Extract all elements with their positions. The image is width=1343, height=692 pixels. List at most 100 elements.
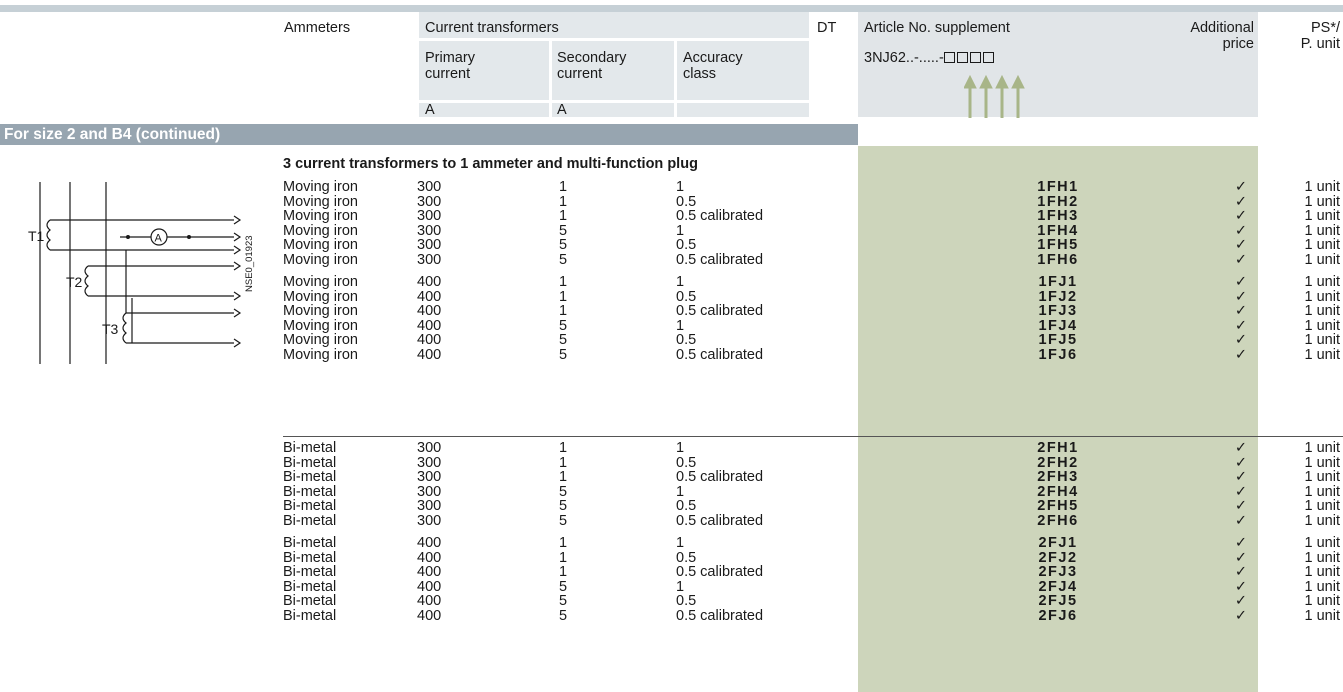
ammeter-type-cell: Moving iron: [283, 346, 358, 363]
article-code-cell: 2FH3: [1037, 469, 1079, 485]
article-code-cell: 1FJ4: [1038, 317, 1078, 334]
t2-label: T2: [66, 274, 83, 290]
row-group-separator: [283, 436, 1343, 437]
accuracy-class-cell: 0.5: [676, 498, 697, 514]
primary-current-cell: 400: [417, 593, 442, 609]
additional-price-check: ✓: [1234, 564, 1247, 580]
ammeter-type-cell: Bi-metal: [283, 549, 337, 566]
article-code-cell: 2FH6: [1037, 512, 1079, 529]
article-code-cell: 2FH2: [1037, 454, 1079, 471]
article-prefix: 3NJ62..-.....-: [864, 50, 944, 66]
secondary-current-cell: 1: [559, 564, 568, 580]
article-no-supplement-heading: Article No. supplement: [864, 20, 1010, 36]
secondary-unit-label: A: [557, 102, 567, 118]
secondary-current-cell: 1: [559, 288, 568, 305]
additional-price-check: ✓: [1234, 332, 1247, 348]
secondary-current-cell: 5: [559, 332, 568, 348]
article-code-cell: 1FH3: [1037, 208, 1079, 224]
dt-heading: DT: [817, 20, 837, 36]
article-code-cell: 2FH4: [1037, 483, 1079, 500]
package-unit-cell: 1 unit: [1304, 251, 1340, 268]
diagram-code: NSE0_01923: [244, 235, 255, 292]
article-code-cell: 2FJ2: [1038, 549, 1078, 566]
primary-current-cell: 300: [417, 454, 442, 471]
additional-price-check: ✓: [1234, 454, 1247, 471]
t3-label: T3: [102, 321, 119, 337]
secondary-current-cell: 1: [559, 535, 568, 551]
section-band: For size 2 and B4 (continued): [0, 124, 858, 145]
additional-price-check: ✓: [1234, 593, 1247, 609]
secondary-current-cell: 5: [559, 593, 568, 609]
package-unit-cell: 1 unit: [1304, 535, 1340, 551]
ammeter-type-cell: Moving iron: [283, 179, 358, 195]
article-code-cell: 2FJ5: [1038, 593, 1078, 609]
accuracy-class-cell: 0.5: [676, 454, 697, 471]
article-code-cell: 2FJ4: [1038, 578, 1078, 595]
ammeters-heading: Ammeters: [284, 20, 351, 36]
primary-current-cell: 300: [417, 440, 442, 456]
article-code-cell: 1FH5: [1037, 237, 1079, 253]
secondary-current-cell: 1: [559, 193, 568, 210]
accuracy-class-cell: 1: [676, 179, 685, 195]
package-unit-cell: 1 unit: [1304, 346, 1340, 363]
secondary-current-cell: 5: [559, 512, 568, 529]
additional-price-check: ✓: [1234, 346, 1247, 363]
additional-price-check: ✓: [1234, 303, 1247, 319]
package-unit-cell: 1 unit: [1304, 440, 1340, 456]
secondary-current-cell: 5: [559, 607, 568, 624]
package-unit-cell: 1 unit: [1304, 564, 1340, 580]
article-code-cell: 1FH1: [1037, 179, 1079, 195]
position-arrows-icon: [964, 74, 1025, 118]
primary-current-cell: 400: [417, 332, 442, 348]
primary-current-cell: 400: [417, 346, 442, 363]
secondary-current-cell: 1: [559, 454, 568, 471]
additional-price-check: ✓: [1234, 440, 1247, 456]
additional-price-check: ✓: [1234, 288, 1247, 305]
additional-price-check: ✓: [1234, 498, 1247, 514]
additional-price-check: ✓: [1234, 535, 1247, 551]
package-unit-cell: 1 unit: [1304, 578, 1340, 595]
ammeter-type-cell: Bi-metal: [283, 564, 337, 580]
package-unit-cell: 1 unit: [1304, 549, 1340, 566]
secondary-current-cell: 5: [559, 237, 568, 253]
accuracy-class-cell: 0.5 calibrated: [676, 303, 764, 319]
primary-current-cell: 300: [417, 179, 442, 195]
additional-price-check: ✓: [1234, 274, 1247, 290]
current-transformers-heading: Current transformers: [425, 20, 559, 36]
secondary-current-cell: 5: [559, 346, 568, 363]
article-code-cell: 1FJ3: [1038, 303, 1078, 319]
ammeter-type-cell: Moving iron: [283, 193, 358, 210]
article-code-cell: 2FJ6: [1038, 607, 1078, 624]
article-code-cell: 1FH2: [1037, 193, 1079, 210]
ammeter-type-cell: Bi-metal: [283, 512, 337, 529]
package-unit-cell: 1 unit: [1304, 179, 1340, 195]
accuracy-class-cell: 0.5: [676, 549, 697, 566]
accuracy-class-cell: 0.5 calibrated: [676, 512, 764, 529]
primary-current-cell: 300: [417, 469, 442, 485]
secondary-current-cell: 5: [559, 498, 568, 514]
accuracy-class-cell: 0.5: [676, 593, 697, 609]
additional-price-check: ✓: [1234, 222, 1247, 239]
package-unit-cell: 1 unit: [1304, 193, 1340, 210]
ammeter-type-cell: Moving iron: [283, 288, 358, 305]
ammeter-type-cell: Moving iron: [283, 274, 358, 290]
accuracy-class-cell: 1: [676, 578, 685, 595]
primary-current-cell: 400: [417, 578, 442, 595]
header-divider: [419, 100, 809, 103]
accuracy-class-cell: 1: [676, 535, 685, 551]
secondary-current-cell: 1: [559, 179, 568, 195]
ammeter-type-cell: Moving iron: [283, 317, 358, 334]
package-unit-cell: 1 unit: [1304, 317, 1340, 334]
article-code-cell: 2FJ1: [1038, 535, 1078, 551]
secondary-current-cell: 1: [559, 274, 568, 290]
ammeter-type-cell: Bi-metal: [283, 440, 337, 456]
additional-price-check: ✓: [1234, 208, 1247, 224]
article-no-pattern: 3NJ62..-.....-: [864, 50, 996, 66]
package-unit-cell: 1 unit: [1304, 208, 1340, 224]
secondary-current-cell: 1: [559, 208, 568, 224]
additional-price-heading: Additional price: [1190, 20, 1254, 52]
primary-current-cell: 300: [417, 483, 442, 500]
article-code-cell: 2FH1: [1037, 440, 1079, 456]
primary-current-cell: 400: [417, 607, 442, 624]
secondary-current-cell: 5: [559, 251, 568, 268]
